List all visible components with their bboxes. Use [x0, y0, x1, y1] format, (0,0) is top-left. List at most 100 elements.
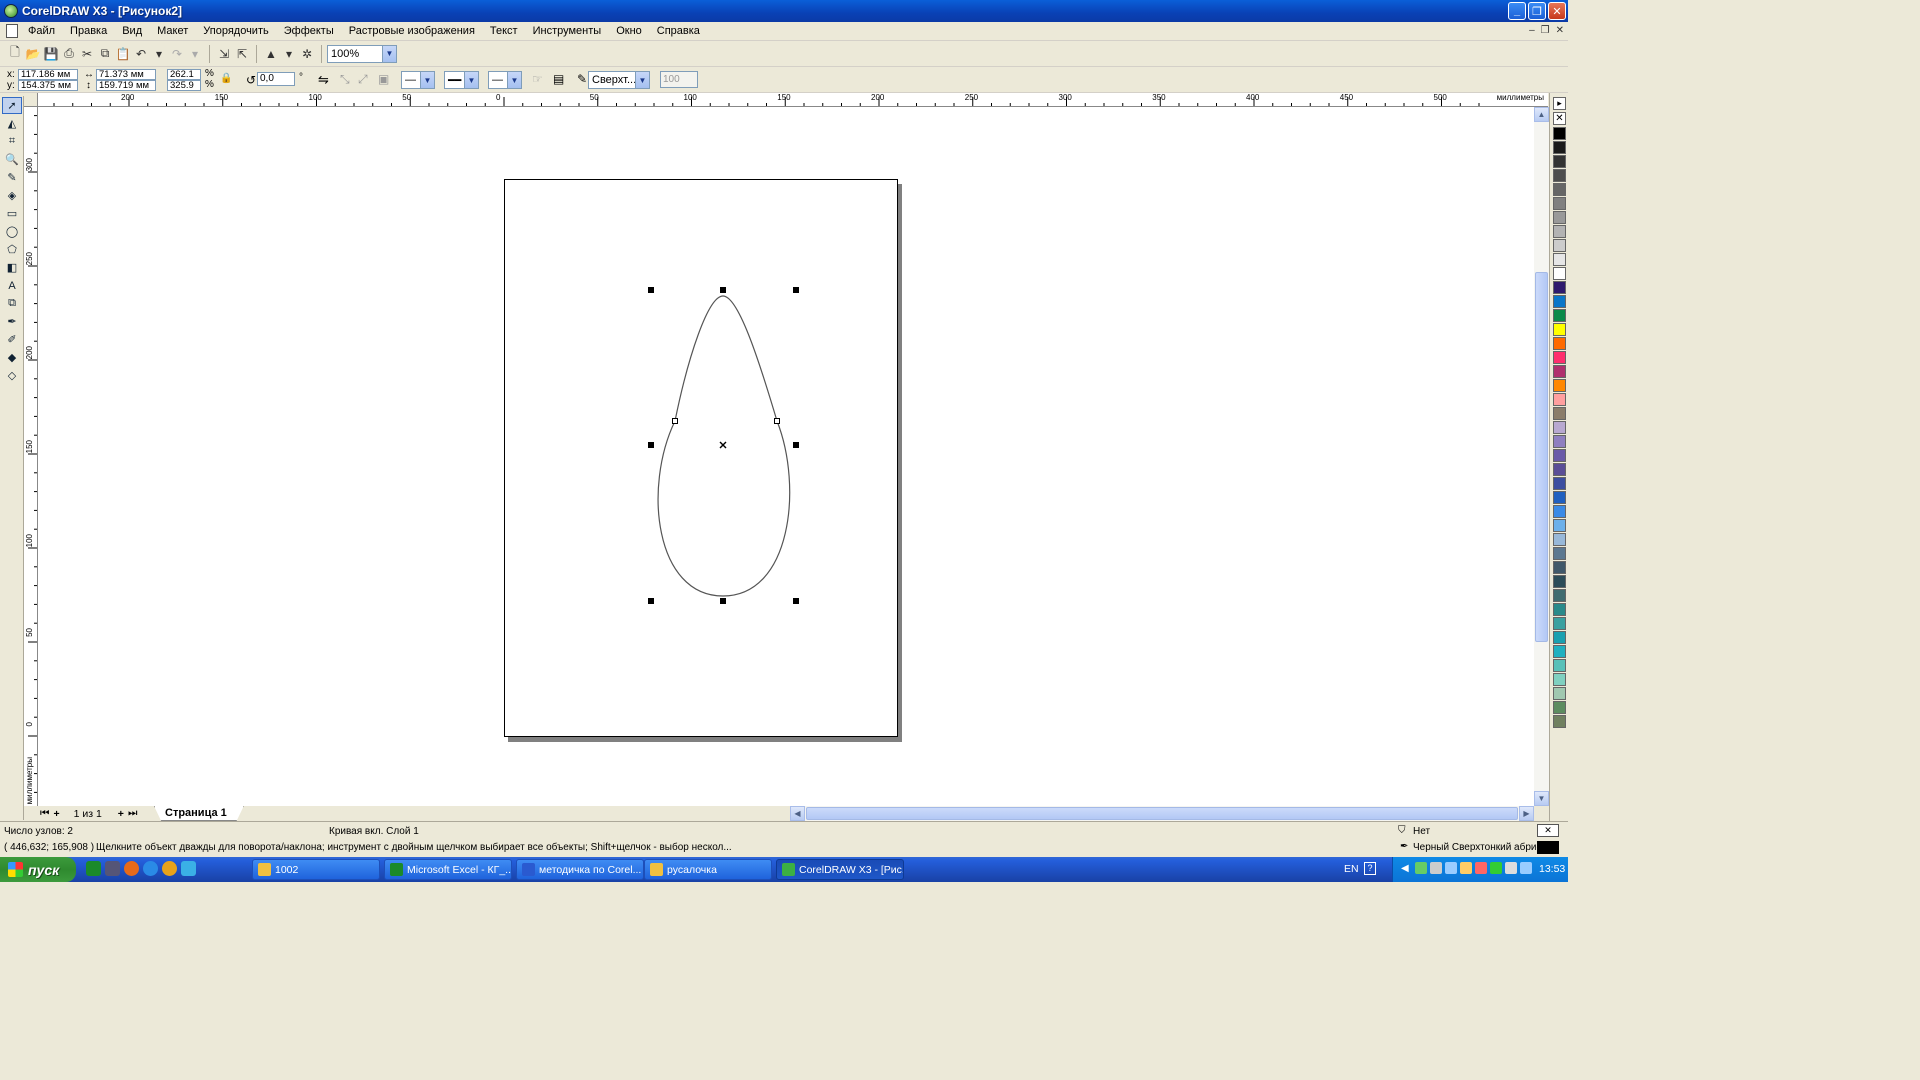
color-swatch[interactable]: [1553, 673, 1566, 686]
curve-node[interactable]: [672, 418, 678, 424]
color-swatch[interactable]: [1553, 393, 1566, 406]
menu-item-7[interactable]: Растровые изображения: [349, 25, 475, 37]
color-swatch[interactable]: [1553, 267, 1566, 280]
document-icon[interactable]: [6, 24, 18, 38]
tray-app-icon[interactable]: [1445, 862, 1457, 874]
menu-item-9[interactable]: Инструменты: [533, 25, 602, 37]
eyedropper-tool-icon[interactable]: ✒: [2, 313, 22, 330]
color-swatch[interactable]: [1553, 575, 1566, 588]
shape-tool-icon[interactable]: ◭: [2, 115, 22, 132]
interactive-blend-tool-icon[interactable]: ⧉: [2, 295, 22, 312]
text-wrap-icon[interactable]: ☞: [532, 72, 543, 86]
taskbar-task-2[interactable]: Microsoft Excel - КГ_...: [384, 859, 512, 880]
document-restore-button[interactable]: ❐: [1541, 25, 1550, 36]
tray-app-icon[interactable]: [1490, 862, 1502, 874]
open-icon[interactable]: 📂: [25, 46, 41, 62]
color-swatch[interactable]: [1553, 309, 1566, 322]
rotation-field[interactable]: 0,0: [257, 72, 295, 86]
desktop-icon[interactable]: [105, 861, 120, 876]
tab-page-1[interactable]: Страница 1: [154, 806, 244, 821]
menu-item-6[interactable]: Эффекты: [284, 25, 334, 37]
color-swatch[interactable]: [1553, 603, 1566, 616]
messenger-icon[interactable]: [181, 861, 196, 876]
tray-expand-icon[interactable]: ◀: [1401, 863, 1409, 874]
coreldraw-app-icon[interactable]: [4, 4, 18, 18]
color-swatch[interactable]: [1553, 155, 1566, 168]
taskbar-task-1[interactable]: 1002: [252, 859, 380, 880]
color-swatch[interactable]: [1553, 519, 1566, 532]
vertical-ruler[interactable]: миллиметры 300 250 200 150 100 50 0: [24, 107, 38, 806]
scroll-right-icon[interactable]: ▶: [1519, 806, 1534, 821]
color-swatch[interactable]: [1553, 645, 1566, 658]
undo-dropdown-icon[interactable]: ▾: [151, 46, 167, 62]
color-swatch[interactable]: [1553, 239, 1566, 252]
color-swatch[interactable]: [1553, 253, 1566, 266]
color-swatch[interactable]: [1553, 127, 1566, 140]
add-page-before-icon[interactable]: +: [53, 808, 59, 820]
color-swatch[interactable]: [1553, 589, 1566, 602]
color-swatch[interactable]: [1553, 687, 1566, 700]
media-player-icon[interactable]: [162, 861, 177, 876]
last-page-icon[interactable]: ⏭: [128, 807, 137, 820]
menu-item-5[interactable]: Упорядочить: [203, 25, 268, 37]
zoom-tool-icon[interactable]: 🔍: [2, 151, 22, 168]
color-swatch[interactable]: [1553, 659, 1566, 672]
print-icon[interactable]: ⎙: [61, 46, 77, 62]
chevron-down-icon[interactable]: ▼: [382, 45, 396, 62]
volume-icon[interactable]: [1520, 862, 1532, 874]
color-swatch[interactable]: [1553, 547, 1566, 560]
paste-icon[interactable]: 📋: [115, 46, 131, 62]
selection-handle-left[interactable]: [648, 442, 654, 448]
convert-icon[interactable]: ▤: [553, 72, 564, 86]
width-field[interactable]: 71.373 мм: [96, 69, 156, 80]
x-position-field[interactable]: 117.186 мм: [18, 69, 78, 80]
selection-handle-top-left[interactable]: [648, 287, 654, 293]
menu-item-10[interactable]: Окно: [616, 25, 642, 37]
color-swatch[interactable]: [1553, 295, 1566, 308]
scroll-up-icon[interactable]: ▲: [1534, 107, 1549, 122]
selection-handle-bottom[interactable]: [720, 598, 726, 604]
text-tool-icon[interactable]: A: [2, 277, 22, 294]
cut-icon[interactable]: ✂: [79, 46, 95, 62]
color-swatch[interactable]: [1553, 407, 1566, 420]
freehand-tool-icon[interactable]: ✎: [2, 169, 22, 186]
page-border[interactable]: [504, 179, 898, 737]
rectangle-tool-icon[interactable]: ▭: [2, 205, 22, 222]
color-swatch[interactable]: [1553, 197, 1566, 210]
chevron-down-icon[interactable]: ▼: [420, 72, 434, 88]
color-swatch[interactable]: [1553, 141, 1566, 154]
color-swatch[interactable]: [1553, 449, 1566, 462]
wrap-icon[interactable]: ▣: [378, 72, 389, 86]
color-swatch[interactable]: [1553, 281, 1566, 294]
menu-item-8[interactable]: Текст: [490, 25, 518, 37]
close-button[interactable]: ✕: [1548, 2, 1566, 20]
selection-handle-top[interactable]: [720, 287, 726, 293]
zoom-combo[interactable]: 100% ▼: [327, 44, 397, 63]
horizontal-scroll-thumb[interactable]: [806, 807, 1518, 820]
start-arrow-combo[interactable]: — ▼: [401, 71, 435, 89]
start-button[interactable]: пуск: [0, 857, 76, 882]
pick-tool-icon[interactable]: ➚: [2, 97, 22, 114]
color-swatch[interactable]: [1553, 533, 1566, 546]
node-icon[interactable]: ⤡: [340, 72, 350, 87]
color-swatch[interactable]: [1553, 365, 1566, 378]
language-indicator[interactable]: EN: [1344, 863, 1359, 875]
vertical-scrollbar[interactable]: ▲ ▼: [1534, 107, 1549, 806]
color-swatch[interactable]: [1553, 477, 1566, 490]
redo-icon[interactable]: ↷: [169, 46, 185, 62]
new-document-icon[interactable]: 🗋: [7, 45, 23, 62]
color-swatch[interactable]: [1553, 211, 1566, 224]
fill-tool-icon[interactable]: ◆: [2, 349, 22, 366]
scroll-down-icon[interactable]: ▼: [1534, 791, 1549, 806]
smart-fill-tool-icon[interactable]: ◈: [2, 187, 22, 204]
color-swatch[interactable]: [1553, 351, 1566, 364]
restore-button[interactable]: ❐: [1528, 2, 1546, 20]
tray-app-icon[interactable]: [1460, 862, 1472, 874]
application-launcher-icon[interactable]: ▲: [263, 46, 279, 62]
chevron-down-icon[interactable]: ▼: [635, 72, 649, 88]
title-bar[interactable]: CorelDRAW X3 - [Рисунок2] _ ❐ ✕: [0, 0, 1568, 22]
crop-tool-icon[interactable]: ⌗: [2, 133, 22, 150]
scale-width-field[interactable]: 262.1: [167, 69, 201, 80]
color-swatch[interactable]: [1553, 561, 1566, 574]
menu-item-1[interactable]: Файл: [28, 25, 55, 37]
